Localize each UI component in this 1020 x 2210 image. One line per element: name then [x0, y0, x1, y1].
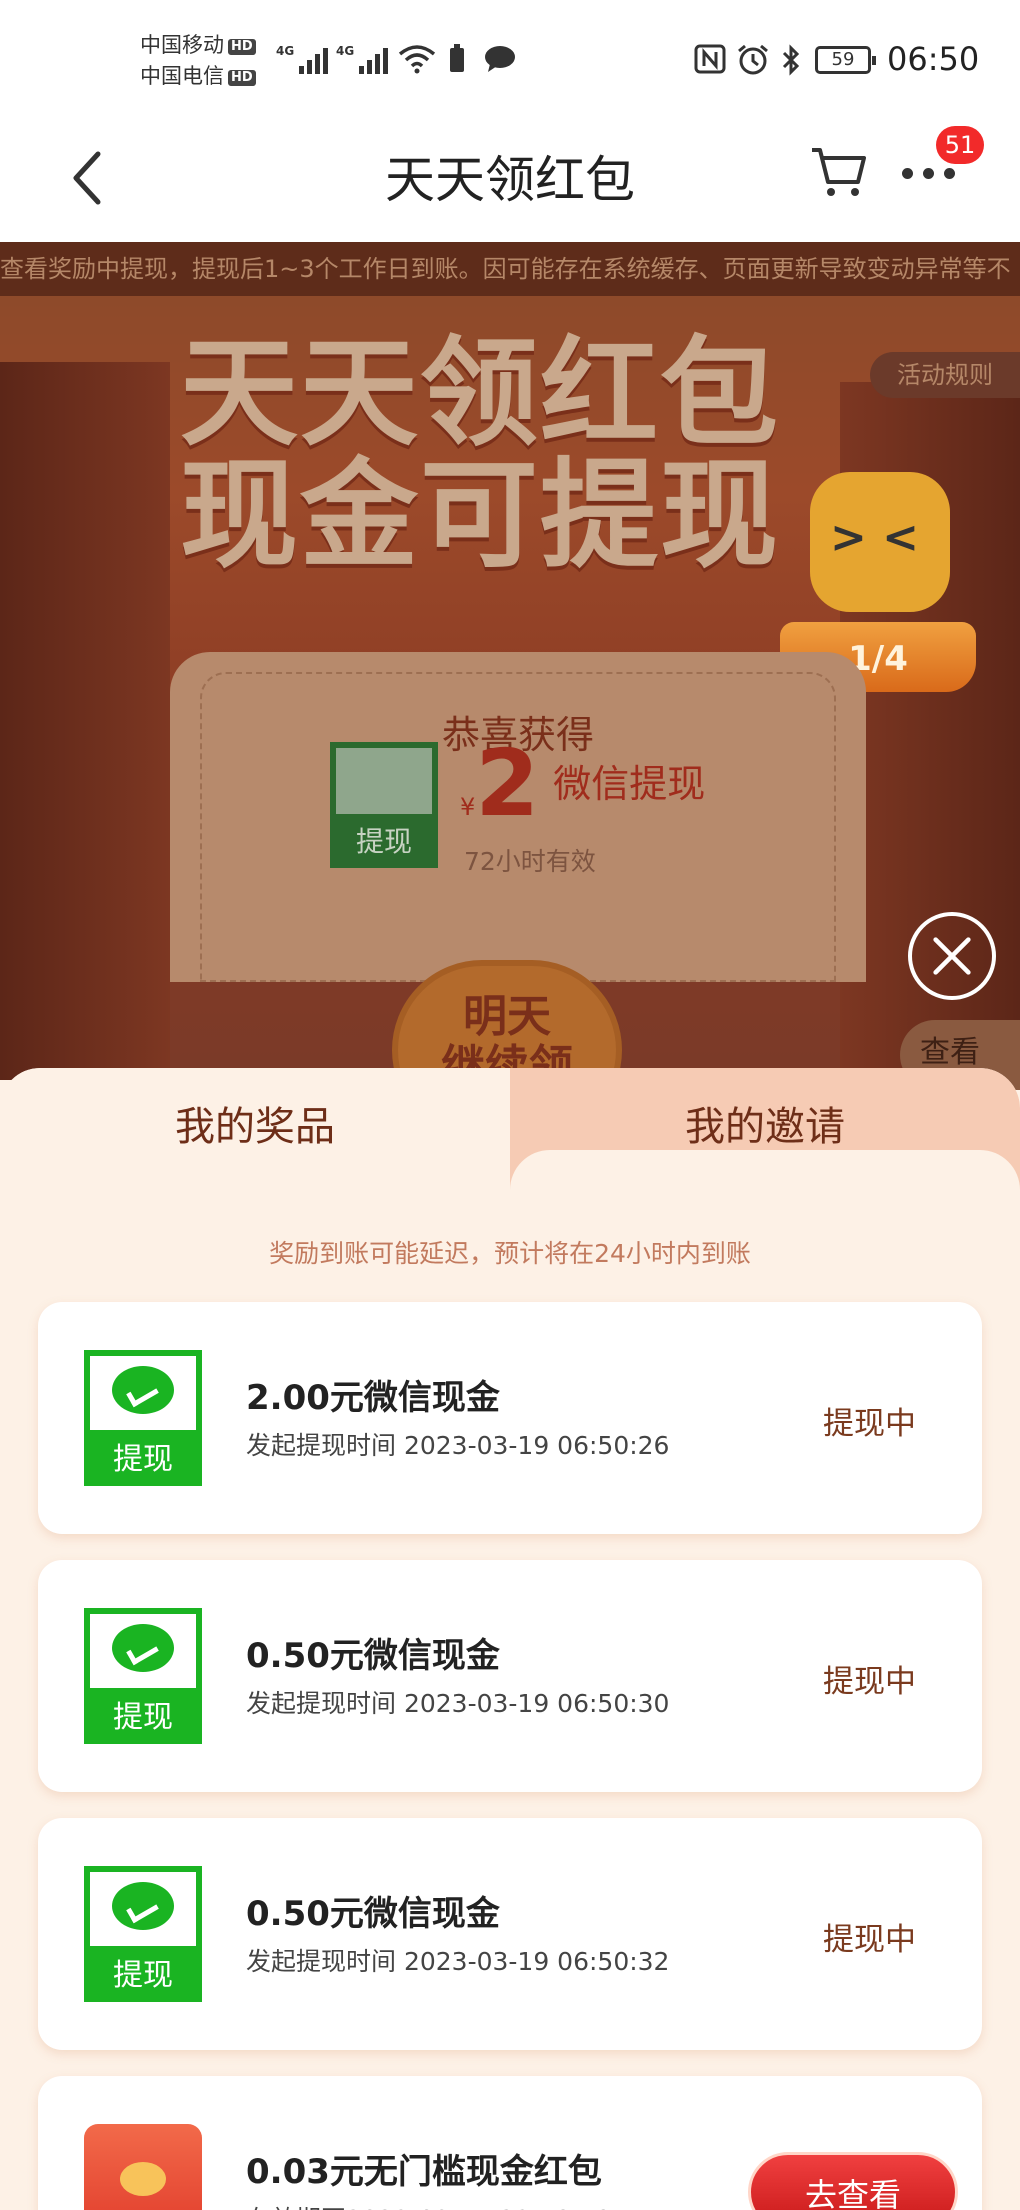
alarm-icon — [738, 44, 768, 75]
reward-time: 发起提现时间 2023-03-19 06:50:30 — [246, 1689, 670, 1718]
nfc-icon — [694, 44, 726, 74]
slogan-line: 天天领红包 — [180, 324, 781, 462]
reward-title: 0.03元无门槛现金红包 — [246, 2152, 602, 2192]
notice-marquee: 查看奖励中提现，提现后1~3个工作日到账。因可能存在系统缓存、页面更新导致变动异… — [0, 242, 1020, 296]
reward-time: 发起提现时间 2023-03-19 06:50:32 — [246, 1947, 670, 1976]
reward-title: 0.50元微信现金 — [246, 1894, 500, 1934]
red-envelope-icon — [84, 2124, 202, 2210]
nav-bar: 天天领红包 51 — [0, 120, 1020, 242]
reward-time: 有效期至2023-03-17 23:59:59 — [246, 2200, 612, 2210]
wifi-icon — [398, 45, 436, 74]
tab-invites[interactable]: 我的邀请 — [510, 1068, 1020, 1230]
reward-title: 2.00元微信现金 — [246, 1378, 500, 1418]
status-bar: 中国移动 HD 中国电信 HD 4G 4G 59 06:50 — [0, 0, 1020, 120]
list-item[interactable]: 提现 0.50元微信现金 发起提现时间 2023-03-19 06:50:32 … — [38, 1818, 982, 2050]
wechat-withdraw-icon: 提现 — [84, 1608, 202, 1744]
message-icon — [485, 46, 515, 72]
prize-amount: ¥2 微信提现 — [460, 730, 706, 837]
rewards-sheet: 我的邀请 我的奖品 奖励到账可能延迟，预计将在24小时内到账 提现 2.00元微… — [0, 1068, 1020, 2210]
power-saving-icon — [450, 44, 464, 72]
list-item[interactable]: 0.03元无门槛现金红包 有效期至2023-03-17 23:59:59 去查看 — [38, 2076, 982, 2210]
mascot-eyes: > < — [830, 512, 920, 563]
carrier-info: 中国移动 HD 中国电信 HD — [140, 30, 256, 92]
wechat-withdraw-icon: 提现 — [84, 1866, 202, 2002]
carrier-1: 中国移动 — [140, 33, 224, 57]
list-item[interactable]: 提现 0.50元微信现金 发起提现时间 2023-03-19 06:50:30 … — [38, 1560, 982, 1792]
status-badge: 提现中 — [823, 1922, 916, 1958]
validity-text: 72小时有效 — [464, 847, 596, 876]
scene-left — [0, 362, 170, 1080]
bluetooth-icon — [782, 44, 800, 76]
carrier-2: 中国电信 — [140, 64, 224, 88]
signal-icon: 4G — [276, 44, 329, 74]
status-badge: 提现中 — [823, 1664, 916, 1700]
reward-title: 0.50元微信现金 — [246, 1636, 500, 1676]
slogan-line: 现金可提现 — [180, 446, 781, 584]
reward-time: 发起提现时间 2023-03-19 06:50:26 — [246, 1431, 670, 1460]
close-icon[interactable] — [908, 912, 996, 1000]
view-coupon-button[interactable]: 去查看 — [748, 2152, 958, 2210]
reward-list: 提现 2.00元微信现金 发起提现时间 2023-03-19 06:50:26 … — [38, 1302, 982, 2210]
signal-icon: 4G — [336, 44, 389, 74]
slogan: 天天领红包 现金可提现 — [180, 332, 780, 576]
delay-notice: 奖励到账可能延迟，预计将在24小时内到账 — [269, 1239, 751, 1268]
battery-icon: 59 — [815, 46, 876, 74]
rules-button[interactable]: 活动规则 — [870, 352, 1020, 398]
clock: 06:50 — [887, 40, 980, 78]
hd-badge: HD — [228, 70, 256, 86]
tab-prizes[interactable]: 我的奖品 — [0, 1068, 510, 1190]
notification-badge: 51 — [936, 126, 984, 164]
hd-badge: HD — [228, 39, 256, 55]
cart-icon[interactable] — [808, 142, 868, 202]
list-item[interactable]: 提现 2.00元微信现金 发起提现时间 2023-03-19 06:50:26 … — [38, 1302, 982, 1534]
status-badge: 提现中 — [823, 1406, 916, 1442]
activity-banner: 查看奖励中提现，提现后1~3个工作日到账。因可能存在系统缓存、页面更新导致变动异… — [0, 242, 1020, 1080]
tab-bar: 我的邀请 我的奖品 — [0, 1068, 1020, 1230]
wechat-withdraw-icon: 提现 — [330, 742, 438, 868]
wechat-withdraw-icon: 提现 — [84, 1350, 202, 1486]
